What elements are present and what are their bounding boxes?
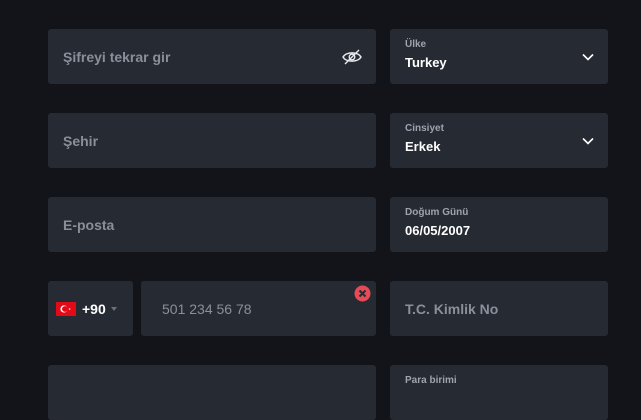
birthday-label: Doğum Günü [405,207,469,218]
country-value: Turkey [405,55,447,70]
extra-field[interactable] [48,365,376,420]
clear-icon[interactable] [354,285,371,302]
email-field[interactable]: E-posta [48,197,376,252]
city-placeholder: Şehir [63,132,99,149]
country-select[interactable]: Ülke Turkey [390,29,608,84]
phone-country-code: +90 [82,300,106,317]
password-repeat-placeholder: Şifreyi tekrar gir [63,48,171,65]
eye-off-icon[interactable] [342,48,362,66]
phone-field[interactable]: 501 234 56 78 [141,281,376,336]
tc-id-placeholder: T.C. Kimlik No [405,300,499,317]
turkey-flag-icon [56,301,76,316]
tc-id-field[interactable]: T.C. Kimlik No [390,281,608,336]
currency-select[interactable]: Para birimi [390,365,608,420]
chevron-down-icon [582,137,594,145]
email-placeholder: E-posta [63,216,115,233]
gender-label: Cinsiyet [405,123,444,134]
phone-placeholder: 501 234 56 78 [162,300,252,317]
birthday-value: 06/05/2007 [405,223,471,238]
city-field[interactable]: Şehir [48,113,376,168]
password-repeat-field[interactable]: Şifreyi tekrar gir [48,29,376,84]
country-label: Ülke [405,39,427,50]
gender-select[interactable]: Cinsiyet Erkek [390,113,608,168]
birthday-field[interactable]: Doğum Günü 06/05/2007 [390,197,608,252]
caret-down-icon [111,306,117,311]
gender-value: Erkek [405,139,441,154]
chevron-down-icon [582,53,594,61]
phone-country-select[interactable]: +90 [48,281,133,336]
